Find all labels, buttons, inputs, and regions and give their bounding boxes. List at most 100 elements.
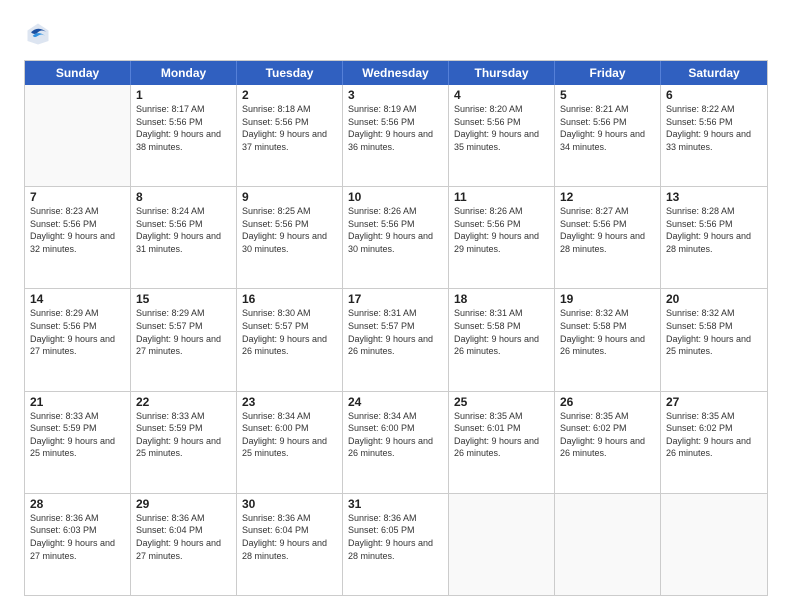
sun-info: Sunrise: 8:20 AMSunset: 5:56 PMDaylight:…: [454, 103, 549, 153]
day-number: 24: [348, 395, 443, 409]
day-number: 1: [136, 88, 231, 102]
sun-info: Sunrise: 8:25 AMSunset: 5:56 PMDaylight:…: [242, 205, 337, 255]
cal-cell: 20Sunrise: 8:32 AMSunset: 5:58 PMDayligh…: [661, 289, 767, 390]
day-number: 18: [454, 292, 549, 306]
sun-info: Sunrise: 8:29 AMSunset: 5:56 PMDaylight:…: [30, 307, 125, 357]
day-number: 9: [242, 190, 337, 204]
day-number: 23: [242, 395, 337, 409]
day-number: 5: [560, 88, 655, 102]
day-number: 26: [560, 395, 655, 409]
sun-info: Sunrise: 8:26 AMSunset: 5:56 PMDaylight:…: [454, 205, 549, 255]
day-number: 4: [454, 88, 549, 102]
sun-info: Sunrise: 8:35 AMSunset: 6:01 PMDaylight:…: [454, 410, 549, 460]
sun-info: Sunrise: 8:24 AMSunset: 5:56 PMDaylight:…: [136, 205, 231, 255]
day-number: 22: [136, 395, 231, 409]
sun-info: Sunrise: 8:36 AMSunset: 6:03 PMDaylight:…: [30, 512, 125, 562]
sun-info: Sunrise: 8:33 AMSunset: 5:59 PMDaylight:…: [136, 410, 231, 460]
cal-cell: 30Sunrise: 8:36 AMSunset: 6:04 PMDayligh…: [237, 494, 343, 595]
day-number: 31: [348, 497, 443, 511]
day-number: 12: [560, 190, 655, 204]
cal-cell: 11Sunrise: 8:26 AMSunset: 5:56 PMDayligh…: [449, 187, 555, 288]
day-number: 27: [666, 395, 762, 409]
sun-info: Sunrise: 8:22 AMSunset: 5:56 PMDaylight:…: [666, 103, 762, 153]
cal-cell: 15Sunrise: 8:29 AMSunset: 5:57 PMDayligh…: [131, 289, 237, 390]
cal-week-4: 21Sunrise: 8:33 AMSunset: 5:59 PMDayligh…: [25, 391, 767, 493]
cal-cell: [449, 494, 555, 595]
day-number: 10: [348, 190, 443, 204]
cal-cell: 25Sunrise: 8:35 AMSunset: 6:01 PMDayligh…: [449, 392, 555, 493]
day-number: 30: [242, 497, 337, 511]
cal-cell: [661, 494, 767, 595]
sun-info: Sunrise: 8:23 AMSunset: 5:56 PMDaylight:…: [30, 205, 125, 255]
sun-info: Sunrise: 8:29 AMSunset: 5:57 PMDaylight:…: [136, 307, 231, 357]
cal-cell: 24Sunrise: 8:34 AMSunset: 6:00 PMDayligh…: [343, 392, 449, 493]
day-number: 13: [666, 190, 762, 204]
cal-cell: 8Sunrise: 8:24 AMSunset: 5:56 PMDaylight…: [131, 187, 237, 288]
sun-info: Sunrise: 8:17 AMSunset: 5:56 PMDaylight:…: [136, 103, 231, 153]
cal-cell: 26Sunrise: 8:35 AMSunset: 6:02 PMDayligh…: [555, 392, 661, 493]
cal-cell: 14Sunrise: 8:29 AMSunset: 5:56 PMDayligh…: [25, 289, 131, 390]
day-number: 25: [454, 395, 549, 409]
sun-info: Sunrise: 8:32 AMSunset: 5:58 PMDaylight:…: [560, 307, 655, 357]
day-number: 6: [666, 88, 762, 102]
calendar-body: 1Sunrise: 8:17 AMSunset: 5:56 PMDaylight…: [25, 85, 767, 595]
cal-cell: 7Sunrise: 8:23 AMSunset: 5:56 PMDaylight…: [25, 187, 131, 288]
day-number: 19: [560, 292, 655, 306]
cal-header-saturday: Saturday: [661, 61, 767, 85]
day-number: 7: [30, 190, 125, 204]
cal-cell: 1Sunrise: 8:17 AMSunset: 5:56 PMDaylight…: [131, 85, 237, 186]
cal-cell: 19Sunrise: 8:32 AMSunset: 5:58 PMDayligh…: [555, 289, 661, 390]
day-number: 28: [30, 497, 125, 511]
cal-cell: 18Sunrise: 8:31 AMSunset: 5:58 PMDayligh…: [449, 289, 555, 390]
sun-info: Sunrise: 8:32 AMSunset: 5:58 PMDaylight:…: [666, 307, 762, 357]
calendar-header-row: SundayMondayTuesdayWednesdayThursdayFrid…: [25, 61, 767, 85]
sun-info: Sunrise: 8:33 AMSunset: 5:59 PMDaylight:…: [30, 410, 125, 460]
day-number: 14: [30, 292, 125, 306]
cal-week-3: 14Sunrise: 8:29 AMSunset: 5:56 PMDayligh…: [25, 288, 767, 390]
sun-info: Sunrise: 8:18 AMSunset: 5:56 PMDaylight:…: [242, 103, 337, 153]
cal-cell: 3Sunrise: 8:19 AMSunset: 5:56 PMDaylight…: [343, 85, 449, 186]
day-number: 17: [348, 292, 443, 306]
sun-info: Sunrise: 8:34 AMSunset: 6:00 PMDaylight:…: [242, 410, 337, 460]
cal-cell: 22Sunrise: 8:33 AMSunset: 5:59 PMDayligh…: [131, 392, 237, 493]
cal-header-wednesday: Wednesday: [343, 61, 449, 85]
cal-cell: 16Sunrise: 8:30 AMSunset: 5:57 PMDayligh…: [237, 289, 343, 390]
cal-cell: 5Sunrise: 8:21 AMSunset: 5:56 PMDaylight…: [555, 85, 661, 186]
page: SundayMondayTuesdayWednesdayThursdayFrid…: [0, 0, 792, 612]
cal-header-monday: Monday: [131, 61, 237, 85]
cal-week-1: 1Sunrise: 8:17 AMSunset: 5:56 PMDaylight…: [25, 85, 767, 186]
cal-cell: 6Sunrise: 8:22 AMSunset: 5:56 PMDaylight…: [661, 85, 767, 186]
sun-info: Sunrise: 8:26 AMSunset: 5:56 PMDaylight:…: [348, 205, 443, 255]
calendar: SundayMondayTuesdayWednesdayThursdayFrid…: [24, 60, 768, 596]
cal-cell: 4Sunrise: 8:20 AMSunset: 5:56 PMDaylight…: [449, 85, 555, 186]
sun-info: Sunrise: 8:27 AMSunset: 5:56 PMDaylight:…: [560, 205, 655, 255]
cal-cell: 13Sunrise: 8:28 AMSunset: 5:56 PMDayligh…: [661, 187, 767, 288]
day-number: 29: [136, 497, 231, 511]
cal-week-5: 28Sunrise: 8:36 AMSunset: 6:03 PMDayligh…: [25, 493, 767, 595]
cal-cell: 9Sunrise: 8:25 AMSunset: 5:56 PMDaylight…: [237, 187, 343, 288]
cal-week-2: 7Sunrise: 8:23 AMSunset: 5:56 PMDaylight…: [25, 186, 767, 288]
day-number: 16: [242, 292, 337, 306]
cal-cell: 27Sunrise: 8:35 AMSunset: 6:02 PMDayligh…: [661, 392, 767, 493]
cal-header-thursday: Thursday: [449, 61, 555, 85]
day-number: 8: [136, 190, 231, 204]
header: [24, 20, 768, 48]
cal-cell: [25, 85, 131, 186]
sun-info: Sunrise: 8:36 AMSunset: 6:04 PMDaylight:…: [242, 512, 337, 562]
cal-cell: 29Sunrise: 8:36 AMSunset: 6:04 PMDayligh…: [131, 494, 237, 595]
day-number: 3: [348, 88, 443, 102]
cal-cell: 12Sunrise: 8:27 AMSunset: 5:56 PMDayligh…: [555, 187, 661, 288]
cal-cell: 21Sunrise: 8:33 AMSunset: 5:59 PMDayligh…: [25, 392, 131, 493]
sun-info: Sunrise: 8:34 AMSunset: 6:00 PMDaylight:…: [348, 410, 443, 460]
cal-cell: 23Sunrise: 8:34 AMSunset: 6:00 PMDayligh…: [237, 392, 343, 493]
sun-info: Sunrise: 8:21 AMSunset: 5:56 PMDaylight:…: [560, 103, 655, 153]
logo: [24, 20, 56, 48]
logo-icon: [24, 20, 52, 48]
cal-cell: 31Sunrise: 8:36 AMSunset: 6:05 PMDayligh…: [343, 494, 449, 595]
day-number: 21: [30, 395, 125, 409]
sun-info: Sunrise: 8:28 AMSunset: 5:56 PMDaylight:…: [666, 205, 762, 255]
cal-cell: 17Sunrise: 8:31 AMSunset: 5:57 PMDayligh…: [343, 289, 449, 390]
day-number: 11: [454, 190, 549, 204]
sun-info: Sunrise: 8:30 AMSunset: 5:57 PMDaylight:…: [242, 307, 337, 357]
day-number: 15: [136, 292, 231, 306]
